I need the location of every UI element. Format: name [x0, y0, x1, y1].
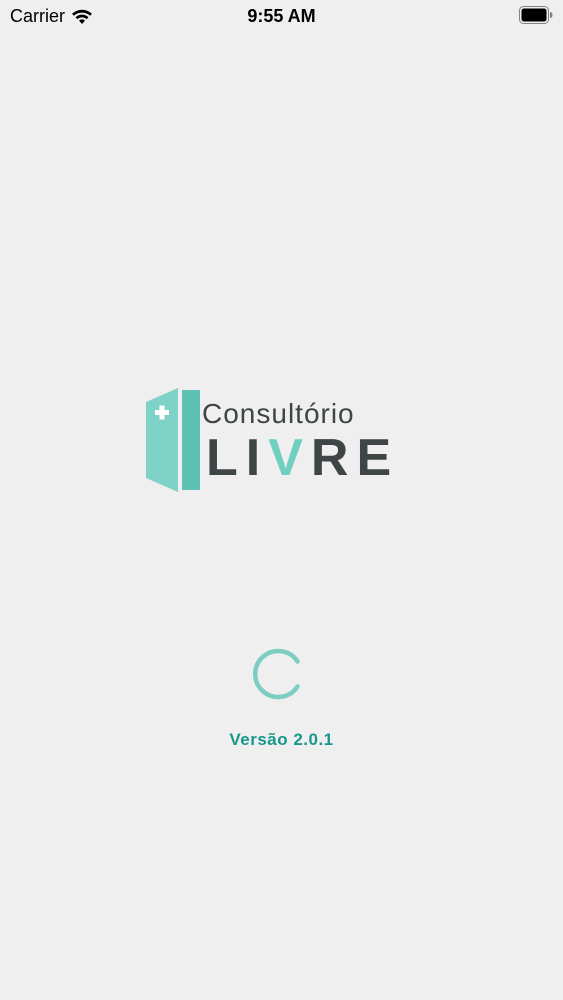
logo-line-2-prefix: LI [206, 429, 269, 487]
app-logo: Consultório LIVRE [140, 384, 430, 494]
status-bar: Carrier 9:55 AM [0, 0, 563, 34]
logo-line-1: Consultório [202, 398, 355, 429]
door-icon [146, 388, 200, 492]
logo-line-2-suffix: RE [310, 429, 400, 487]
version-label: Versão 2.0.1 [229, 730, 334, 749]
status-time: 9:55 AM [247, 6, 316, 26]
logo-line-2: LIVRE [206, 428, 399, 488]
loading-spinner-icon [252, 648, 300, 700]
battery-icon [519, 6, 553, 24]
logo-line-2-accent: V [268, 429, 311, 487]
